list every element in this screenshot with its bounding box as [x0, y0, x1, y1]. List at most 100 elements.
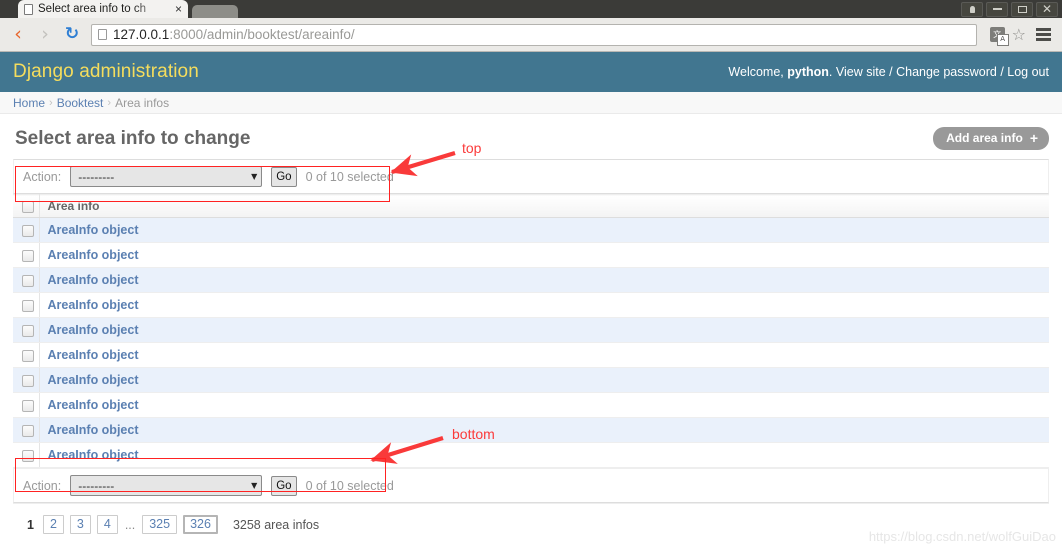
row-select-cell[interactable] [13, 417, 40, 443]
table-row: AreaInfo object [13, 367, 1049, 393]
row-object-link[interactable]: AreaInfo object [48, 348, 139, 362]
table-header-row: Area info [13, 194, 1049, 218]
go-button-top[interactable]: Go [271, 166, 297, 187]
table-row: AreaInfo object [13, 317, 1049, 343]
view-site-link[interactable]: View site [836, 65, 886, 79]
row-checkbox[interactable] [22, 299, 34, 312]
paginator-page-link[interactable]: 2 [42, 515, 64, 534]
paginator-page-link[interactable]: 325 [142, 515, 178, 534]
browser-tab[interactable]: Select area info to ch × [18, 0, 188, 18]
welcome-prefix: Welcome, [728, 65, 788, 79]
row-object-cell: AreaInfo object [39, 317, 1049, 343]
row-select-cell[interactable] [13, 367, 40, 393]
action-select-bottom[interactable]: --------- ▼ [70, 475, 263, 496]
page-title-row: Select area info to change Add area info… [13, 114, 1049, 159]
paginator-total-count: 3258 area infos [232, 517, 320, 532]
add-area-info-button[interactable]: Add area info + [933, 127, 1049, 150]
row-select-cell[interactable] [13, 267, 40, 293]
results-table-body: AreaInfo object AreaInfo object AreaInfo o… [13, 217, 1049, 468]
row-object-cell: AreaInfo object [39, 417, 1049, 443]
url-path: :8000/admin/booktest/areainfo/ [169, 27, 355, 42]
table-row: AreaInfo object [13, 417, 1049, 443]
action-select-top[interactable]: --------- ▼ [70, 166, 263, 187]
log-out-link[interactable]: Log out [1007, 65, 1049, 79]
paginator-last-page-link[interactable]: 326 [183, 515, 218, 534]
url-text: 127.0.0.1:8000/admin/booktest/areainfo/ [113, 27, 355, 42]
breadcrumb-item-home[interactable]: Home [13, 96, 45, 110]
breadcrumb-item-booktest[interactable]: Booktest [57, 96, 104, 110]
row-select-cell[interactable] [13, 342, 40, 368]
row-checkbox[interactable] [22, 449, 34, 462]
row-checkbox[interactable] [22, 424, 34, 437]
breadcrumb-item-area-infos: Area infos [115, 95, 170, 110]
add-area-info-label: Add area info [946, 131, 1023, 145]
row-checkbox[interactable] [22, 399, 34, 412]
breadcrumb-separator: › [107, 96, 112, 109]
go-button-bottom[interactable]: Go [271, 475, 297, 496]
change-password-link[interactable]: Change password [896, 65, 997, 79]
row-object-link[interactable]: AreaInfo object [48, 373, 139, 387]
site-branding[interactable]: Django administration [13, 61, 199, 83]
row-object-link[interactable]: AreaInfo object [48, 398, 139, 412]
row-checkbox[interactable] [22, 274, 34, 287]
row-object-link[interactable]: AreaInfo object [48, 323, 139, 337]
welcome-suffix: . [828, 65, 836, 79]
forward-icon[interactable]: › [35, 25, 55, 44]
breadcrumb-separator: › [49, 96, 53, 109]
row-checkbox[interactable] [22, 324, 34, 337]
translate-icon[interactable]: 文 [989, 27, 1009, 46]
main-content: Select area info to change Add area info… [0, 114, 1062, 534]
window-close-button[interactable]: ✕ [1036, 1, 1058, 17]
back-icon[interactable]: ‹ [8, 25, 28, 44]
row-object-link[interactable]: AreaInfo object [48, 273, 139, 287]
paginator-page-link[interactable]: 3 [69, 515, 91, 534]
minimize-button[interactable] [986, 1, 1008, 17]
browser-title-bar: Select area info to ch × ✕ [0, 0, 1062, 18]
row-object-cell: AreaInfo object [39, 242, 1049, 268]
select-all-header[interactable] [13, 194, 40, 218]
row-object-link[interactable]: AreaInfo object [48, 223, 139, 237]
table-row: AreaInfo object [13, 242, 1049, 268]
chevron-down-icon: ▼ [251, 172, 258, 181]
action-select-value-top: --------- [78, 169, 115, 184]
row-select-cell[interactable] [13, 217, 40, 243]
table-row: AreaInfo object [13, 267, 1049, 293]
row-checkbox[interactable] [22, 374, 34, 387]
user-account-button[interactable] [961, 1, 983, 17]
close-icon[interactable]: × [175, 3, 182, 15]
bookmark-star-icon[interactable]: ☆ [1012, 26, 1026, 43]
column-header-area-info: Area info [39, 194, 1049, 218]
table-row: AreaInfo object [13, 217, 1049, 243]
row-checkbox[interactable] [22, 224, 34, 237]
address-bar[interactable]: 127.0.0.1:8000/admin/booktest/areainfo/ [91, 23, 977, 46]
annotation-label-top: top [462, 140, 482, 156]
reload-icon[interactable]: ↻ [62, 26, 82, 43]
row-object-cell: AreaInfo object [39, 392, 1049, 418]
table-row: AreaInfo object [13, 292, 1049, 318]
paginator-ellipsis: ... [124, 517, 136, 532]
row-object-link[interactable]: AreaInfo object [48, 298, 139, 312]
row-object-link[interactable]: AreaInfo object [48, 248, 139, 262]
row-object-cell: AreaInfo object [39, 292, 1049, 318]
selection-counter-top: 0 of 10 selected [305, 169, 394, 184]
hamburger-menu-icon[interactable] [1033, 28, 1054, 41]
plus-icon: + [1029, 130, 1038, 146]
maximize-button[interactable] [1011, 1, 1033, 17]
paginator-page-link[interactable]: 4 [96, 515, 118, 534]
django-admin-header: Django administration Welcome, python. V… [0, 52, 1062, 92]
action-select-value-bottom: --------- [78, 478, 115, 493]
row-select-cell[interactable] [13, 292, 40, 318]
select-all-checkbox[interactable] [22, 200, 34, 213]
user-tools: Welcome, python. View site / Change pass… [728, 65, 1049, 79]
row-select-cell[interactable] [13, 317, 40, 343]
selection-counter-bottom: 0 of 10 selected [305, 478, 394, 493]
row-object-link[interactable]: AreaInfo object [48, 448, 139, 462]
row-checkbox[interactable] [22, 249, 34, 262]
row-object-link[interactable]: AreaInfo object [48, 423, 139, 437]
row-checkbox[interactable] [22, 349, 34, 362]
browser-toolbar: ‹ › ↻ 127.0.0.1:8000/admin/booktest/area… [0, 18, 1062, 52]
row-select-cell[interactable] [13, 442, 40, 468]
new-tab-button[interactable] [192, 5, 238, 18]
row-select-cell[interactable] [13, 392, 40, 418]
row-select-cell[interactable] [13, 242, 40, 268]
